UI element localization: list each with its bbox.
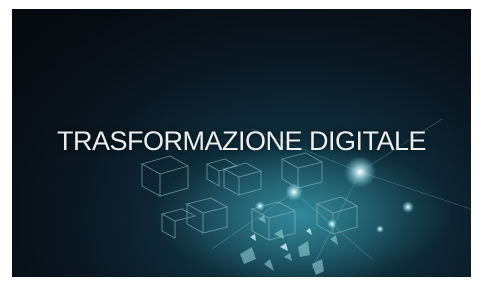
hero-image: TRASFORMAZIONE DIGITALE [12,9,471,277]
hero-headline: TRASFORMAZIONE DIGITALE [56,126,427,156]
